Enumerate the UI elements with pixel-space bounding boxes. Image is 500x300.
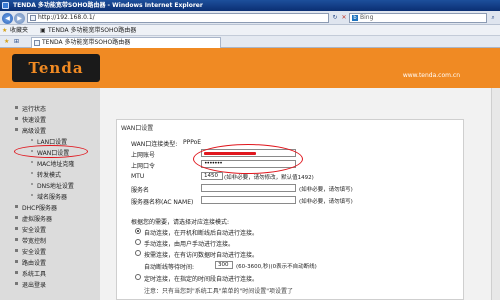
page-viewport: Tenda www.tenda.com.cn 运行状态 快速设置 高级设置 LA…	[0, 48, 500, 300]
page-icon	[30, 15, 36, 21]
connect-mode-intro: 根据您的需要，请选择对应连接模式:	[131, 219, 230, 226]
sidebar-item-system-tools[interactable]: 系统工具	[15, 269, 46, 278]
time-setting-note: 注意：只有当您到"系统工具"菜单的"时间设置"项设置了	[144, 288, 294, 295]
opt-demand-label: 按需连接，在有访问数据时自动进行连接。	[144, 252, 259, 259]
search-icon[interactable]: ⌕	[489, 14, 497, 22]
sidebar-item-forward-mode[interactable]: 转发模式	[31, 170, 61, 179]
sidebar-item-quick-setup[interactable]: 快速设置	[15, 115, 46, 124]
quick-tabs-icon[interactable]: ⊞	[14, 37, 19, 46]
ie-app-icon	[2, 2, 9, 9]
idle-time-hint: (60-3600,秒)(0表示不自动断线)	[236, 264, 317, 270]
mtu-label: MTU	[131, 173, 145, 180]
tab-page-icon	[34, 40, 40, 46]
sidebar-nav: 运行状态 快速设置 高级设置 LAN口设置 WAN口设置 MAC地址克隆 转发模…	[0, 88, 100, 300]
tab-router[interactable]: TENDA 多功能宽带SOHO路由器	[31, 37, 221, 48]
sidebar-item-security-2[interactable]: 安全设置	[15, 247, 46, 256]
address-toolbar: ◀ ▶ http://192.168.0.1/ ↻ ✕ b Bing ⌕	[0, 11, 500, 25]
main-content: WAN口设置 WAN口连接类型: PPPoE 上网账号 上网口令 •••••••…	[100, 88, 500, 300]
favorites-item[interactable]: TENDA 多功能宽带SOHO路由器	[48, 26, 136, 35]
radio-manual-connect[interactable]	[135, 239, 141, 245]
site-url: www.tenda.com.cn	[402, 72, 460, 79]
sidebar-item-virtual-server[interactable]: 虚拟服务器	[15, 214, 52, 223]
panel-title: WAN口设置	[121, 125, 154, 132]
sidebar-item-domain-server[interactable]: 域名服务器	[31, 192, 67, 201]
back-button-icon[interactable]: ◀	[2, 13, 13, 24]
account-label: 上网账号	[131, 152, 156, 159]
sidebar-item-advanced[interactable]: 高级设置	[15, 126, 46, 135]
radio-demand-connect[interactable]	[135, 250, 141, 256]
opt-manual-label: 手动连接，由用户手动进行连接。	[144, 241, 235, 248]
search-input[interactable]: b Bing	[349, 13, 487, 23]
annotation-oval-wan	[14, 145, 88, 158]
radio-timed-connect[interactable]	[135, 274, 141, 280]
opt-auto-label: 自动连接，在开机和断线后自动进行连接。	[144, 230, 259, 237]
sidebar-item-status[interactable]: 运行状态	[15, 104, 46, 113]
ac-name-hint: (如非必要，请勿填写)	[299, 199, 353, 205]
ac-name-input[interactable]	[201, 196, 296, 204]
radio-auto-connect[interactable]	[135, 228, 141, 234]
sidebar-item-routing[interactable]: 路由设置	[15, 258, 46, 267]
opt-timed-label: 定时连接，在指定的时间段自动进行连接。	[144, 276, 259, 283]
tab-bar: ★ ⊞ TENDA 多功能宽带SOHO路由器	[0, 36, 500, 48]
favorites-bar: ★ 收藏夹 ▣ TENDA 多功能宽带SOHO路由器	[0, 25, 500, 36]
wan-mode-value: PPPoE	[183, 139, 202, 146]
address-url: http://192.168.0.1/	[38, 14, 95, 21]
sidebar-item-security[interactable]: 安全设置	[15, 225, 46, 234]
page-scrollbar[interactable]	[491, 88, 500, 300]
ac-name-label: 服务器名称(AC NAME)	[131, 199, 194, 206]
favorites-star-icon[interactable]: ★	[2, 26, 7, 35]
refresh-icon[interactable]: ↻	[331, 14, 339, 22]
idle-time-input[interactable]: 300	[215, 261, 233, 269]
annotation-oval-credentials	[193, 144, 303, 174]
sidebar-item-mac-clone[interactable]: MAC地址克隆	[31, 159, 74, 168]
sidebar-item-dhcp[interactable]: DHCP服务器	[15, 203, 57, 212]
search-placeholder: Bing	[360, 14, 374, 21]
bing-icon: b	[352, 15, 358, 21]
tenda-logo: Tenda	[12, 54, 100, 82]
sidebar-item-logout[interactable]: 退出登录	[15, 280, 46, 289]
service-label: 服务名	[131, 187, 150, 194]
tab-title: TENDA 多功能宽带SOHO路由器	[42, 39, 131, 46]
stop-icon[interactable]: ✕	[340, 14, 348, 22]
address-input[interactable]: http://192.168.0.1/	[27, 13, 329, 23]
idle-time-label: 自动断线等待时间:	[144, 264, 195, 271]
mtu-hint: (如非必要，请勿修改，默认值1492)	[224, 175, 314, 181]
service-input[interactable]	[201, 184, 296, 192]
favorites-center-icon[interactable]: ★	[4, 37, 9, 46]
wan-settings-panel: WAN口设置 WAN口连接类型: PPPoE 上网账号 上网口令 •••••••…	[116, 119, 464, 300]
window-title: TENDA 多功能宽带SOHO路由器 - Windows Internet Ex…	[13, 2, 203, 9]
password-label: 上网口令	[131, 163, 156, 170]
wan-mode-label: WAN口连接类型:	[131, 141, 178, 148]
favorites-item-icon: ▣	[40, 27, 46, 34]
router-header: Tenda www.tenda.com.cn	[0, 48, 500, 88]
service-hint: (如非必要，请勿填写)	[299, 187, 353, 193]
favorites-button[interactable]: 收藏夹	[10, 26, 28, 35]
mtu-input[interactable]: 1450	[201, 172, 223, 180]
window-title-bar: TENDA 多功能宽带SOHO路由器 - Windows Internet Ex…	[0, 0, 500, 11]
sidebar-item-dns[interactable]: DNS地址设置	[31, 181, 74, 190]
forward-button-icon[interactable]: ▶	[14, 13, 25, 24]
sidebar-item-bandwidth[interactable]: 带宽控制	[15, 236, 46, 245]
